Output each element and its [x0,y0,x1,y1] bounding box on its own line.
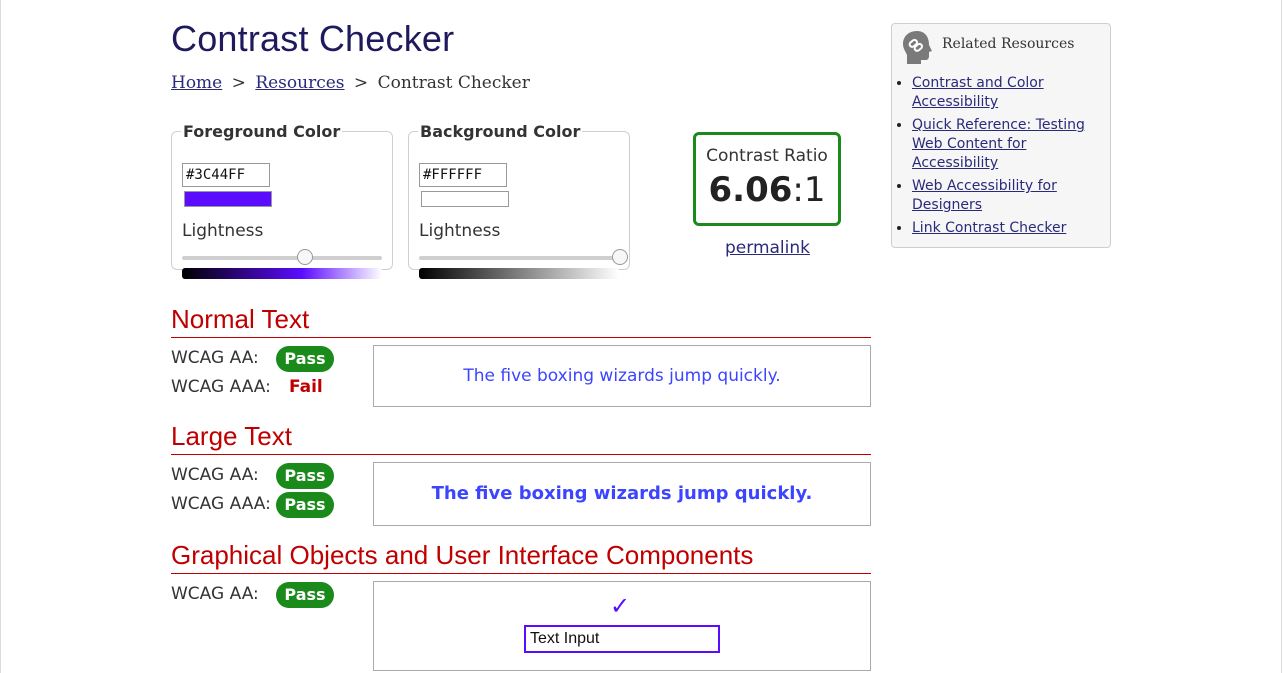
page-title: Contrast Checker [171,18,455,59]
list-item: Web Accessibility for Designers [912,177,1112,215]
list-item: Link Contrast Checker [912,219,1112,238]
list-item: Quick Reference: Testing Web Content for… [912,116,1112,173]
foreground-lightness-slider-thumb[interactable] [297,249,313,265]
background-color-swatch[interactable] [421,191,509,207]
background-hex-input[interactable] [419,163,507,187]
breadcrumb: Home > Resources > Contrast Checker [171,73,530,93]
background-lightness-track[interactable] [419,256,619,260]
graphical-aa-pass-badge: Pass [276,582,334,608]
contrast-ratio-box: Contrast Ratio 6.06:1 [693,132,841,226]
foreground-color-legend: Foreground Color [183,122,341,141]
breadcrumb-resources-link[interactable]: Resources [255,73,344,93]
contrast-ratio-value: 6.06:1 [696,170,838,210]
large-text-sample: The five boxing wizards jump quickly. [373,462,871,526]
normal-text-sample: The five boxing wizards jump quickly. [373,345,871,407]
graphical-objects-sample: ✓ [373,581,871,671]
related-resources-list: Contrast and Color Accessibility Quick R… [892,74,1112,242]
related-link-link-contrast[interactable]: Link Contrast Checker [912,220,1066,236]
background-lightness-label: Lightness [419,221,501,241]
large-text-heading: Large Text [171,421,871,455]
large-aaa-label: WCAG AAA: [171,494,271,514]
related-resources-header [900,30,934,70]
graphical-aa-label: WCAG AA: [171,584,259,604]
breadcrumb-current: Contrast Checker [377,73,530,93]
related-link-contrast-color[interactable]: Contrast and Color Accessibility [912,75,1044,110]
contrast-ratio-suffix: :1 [792,170,826,210]
foreground-lightness-gradient [182,268,382,279]
normal-aa-label: WCAG AA: [171,348,259,368]
background-lightness-gradient [419,268,619,279]
large-aa-pass-badge: Pass [276,463,334,489]
contrast-ratio-number: 6.06 [708,170,793,210]
background-color-legend: Background Color [420,122,581,141]
related-resources-title: Related Resources [942,36,1075,52]
foreground-color-panel: Foreground Color Lightness [171,122,393,279]
link-head-icon [903,31,932,64]
background-lightness-slider-thumb[interactable] [612,249,628,265]
foreground-hex-input[interactable] [182,163,270,187]
related-link-designers[interactable]: Web Accessibility for Designers [912,178,1057,213]
related-link-quick-reference[interactable]: Quick Reference: Testing Web Content for… [912,117,1085,171]
normal-aa-pass-badge: Pass [276,346,334,372]
permalink-link[interactable]: permalink [725,238,810,258]
graphical-objects-heading: Graphical Objects and User Interface Com… [171,540,871,574]
foreground-color-swatch[interactable] [184,191,272,207]
normal-text-heading: Normal Text [171,304,871,338]
sample-text-input[interactable] [524,625,720,653]
normal-aaa-fail-result: Fail [289,377,323,397]
foreground-lightness-label: Lightness [182,221,264,241]
list-item: Contrast and Color Accessibility [912,74,1112,112]
foreground-lightness-track[interactable] [182,256,382,260]
breadcrumb-separator: > [231,73,246,93]
breadcrumb-separator: > [353,73,369,93]
contrast-ratio-label: Contrast Ratio [706,146,828,166]
large-aa-label: WCAG AA: [171,465,259,485]
breadcrumb-home-link[interactable]: Home [171,73,222,93]
background-color-panel: Background Color Lightness [408,122,630,279]
related-resources-panel: Related Resources Contrast and Color Acc… [891,23,1111,248]
checkmark-icon: ✓ [610,592,631,620]
large-aaa-pass-badge: Pass [276,492,334,518]
normal-aaa-label: WCAG AAA: [171,377,271,397]
